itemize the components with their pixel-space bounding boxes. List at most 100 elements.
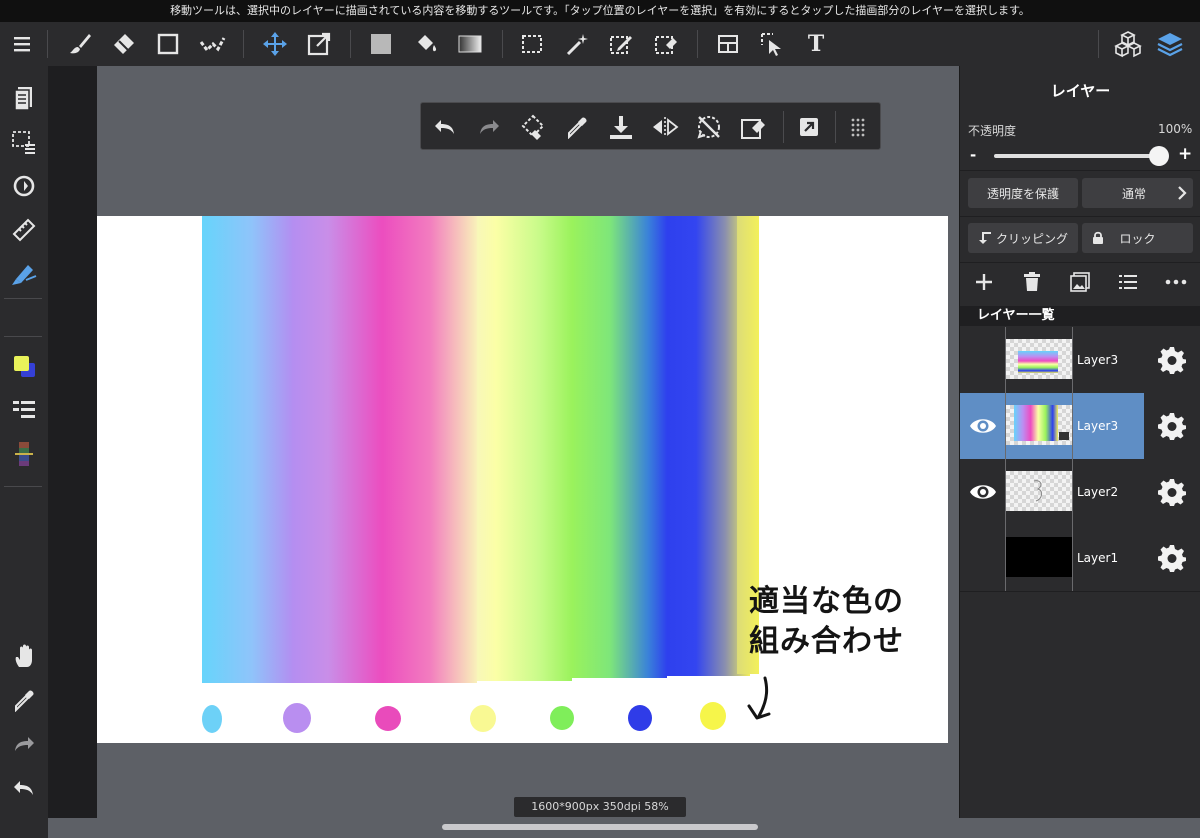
opacity-value: 100% [1158, 122, 1193, 136]
color-band [572, 216, 667, 678]
transform-icon[interactable] [303, 28, 335, 60]
layer-row-selected[interactable]: Layer3 [960, 393, 1200, 459]
layer-row[interactable]: Layer2 [960, 459, 1200, 525]
color-band [477, 216, 572, 681]
layer-settings-button[interactable] [1144, 459, 1200, 525]
left-toolbar [0, 66, 48, 838]
layer-settings-button[interactable] [1144, 393, 1200, 459]
layer-settings-button[interactable] [1144, 327, 1200, 393]
opacity-slider[interactable] [994, 154, 1158, 158]
rotate-icon[interactable] [693, 111, 725, 143]
bucket-icon[interactable] [410, 28, 442, 60]
eye-icon[interactable] [968, 412, 998, 440]
download-icon[interactable] [605, 111, 637, 143]
handwritten-note: 適当な色の 組み合わせ [749, 582, 904, 662]
materials-icon[interactable] [1112, 28, 1144, 60]
color-swatch [550, 706, 574, 730]
layers-icon[interactable] [1154, 28, 1186, 60]
color-swatch [375, 706, 401, 731]
undo-icon[interactable] [6, 772, 42, 804]
protect-alpha-button[interactable]: 透明度を保護 [968, 178, 1078, 208]
magic-wand-icon[interactable] [561, 28, 593, 60]
color-swatch [628, 705, 652, 731]
delete-layer-icon[interactable] [1016, 268, 1048, 296]
select-rect-icon[interactable] [516, 28, 548, 60]
clear-icon[interactable] [737, 111, 769, 143]
grip-icon[interactable] [842, 111, 874, 143]
color-band [202, 216, 292, 683]
redo-icon[interactable] [6, 728, 42, 760]
dot-brush-icon[interactable] [196, 28, 228, 60]
lasso-icon[interactable] [517, 111, 549, 143]
menu-icon[interactable] [6, 28, 38, 60]
note-line: 組み合わせ [749, 624, 904, 659]
lock-button[interactable]: ロック [1082, 223, 1193, 253]
export-icon[interactable] [793, 111, 825, 143]
add-layer-icon[interactable] [968, 268, 1000, 296]
layer-name: Layer3 [1077, 353, 1119, 367]
brush-icon[interactable] [64, 28, 96, 60]
clipping-label: クリッピング [995, 231, 1068, 246]
layer-panel: レイヤー 不透明度 100% - + 透明度を保護 通常 クリッピング ロック … [959, 66, 1200, 818]
layer-list-icon[interactable] [6, 394, 42, 426]
panel-title: レイヤー [1050, 82, 1111, 100]
hand-icon[interactable] [6, 640, 42, 672]
layer-row[interactable]: Layer3 [960, 327, 1200, 393]
add-image-layer-icon[interactable] [1064, 268, 1096, 296]
color-swatch [700, 702, 726, 730]
select-eraser-icon[interactable] [650, 28, 682, 60]
layer-list-title: レイヤー一覧 [960, 306, 1200, 326]
eye-icon[interactable] [968, 478, 998, 506]
blend-mode-label: 通常 [1122, 186, 1147, 201]
chevron-right-icon [1178, 186, 1187, 200]
layer-row[interactable]: Layer1 [960, 525, 1200, 591]
fill-rect-icon[interactable] [365, 28, 397, 60]
eyedropper-icon[interactable] [561, 111, 593, 143]
canvas-info: 1600*900px 350dpi 58% [514, 797, 686, 817]
clipping-icon [978, 232, 991, 244]
shape-icon[interactable] [152, 28, 184, 60]
rotate-view-icon[interactable] [6, 170, 42, 202]
ruler-icon[interactable] [6, 214, 42, 246]
pen-snap-icon[interactable] [6, 258, 42, 290]
opacity-minus-button[interactable]: - [970, 146, 976, 164]
layer-thumbnail [1006, 339, 1072, 379]
gear-icon [1158, 347, 1186, 374]
layer-thumbnail [1006, 471, 1072, 511]
eraser-icon[interactable] [108, 28, 140, 60]
color-swatch [470, 705, 496, 732]
select-pen-icon[interactable] [605, 28, 637, 60]
home-indicator [442, 824, 758, 830]
undo-icon[interactable] [429, 111, 461, 143]
palette-icon[interactable] [6, 438, 42, 470]
operation-icon[interactable] [756, 28, 788, 60]
opacity-plus-button[interactable]: + [1178, 144, 1192, 164]
redo-icon[interactable] [473, 111, 505, 143]
canvas-side-strip [48, 66, 97, 818]
tool-hint-bar: 移動ツールは、選択中のレイヤーに描画されている内容を移動するツールです。「タップ… [0, 0, 1200, 22]
main-toolbar: T [0, 22, 1200, 66]
blend-mode-button[interactable]: 通常 [1082, 178, 1193, 208]
selection-icon[interactable] [6, 126, 42, 158]
frame-icon[interactable] [712, 28, 744, 60]
opacity-label: 不透明度 [968, 124, 1017, 138]
flip-icon[interactable] [649, 111, 681, 143]
color-swatch [202, 705, 222, 733]
layer-menu-icon[interactable] [1112, 268, 1144, 296]
eyedropper-icon[interactable] [6, 684, 42, 716]
gradient-icon[interactable] [454, 28, 486, 60]
pages-icon[interactable] [6, 82, 42, 114]
lock-label: ロック [1119, 231, 1156, 246]
layer-settings-button[interactable] [1144, 525, 1200, 591]
color-icon[interactable] [6, 350, 42, 382]
move-icon[interactable] [259, 28, 291, 60]
clipping-button[interactable]: クリッピング [968, 223, 1078, 253]
opacity-slider-knob[interactable] [1149, 146, 1169, 166]
layer-thumbnail [1006, 537, 1072, 577]
layer-name: Layer2 [1077, 485, 1119, 499]
note-line: 適当な色の [749, 584, 904, 619]
text-icon[interactable]: T [800, 28, 832, 60]
canvas[interactable]: 適当な色の 組み合わせ [97, 216, 948, 743]
arrow-icon [747, 676, 771, 720]
more-icon[interactable] [1160, 268, 1192, 296]
